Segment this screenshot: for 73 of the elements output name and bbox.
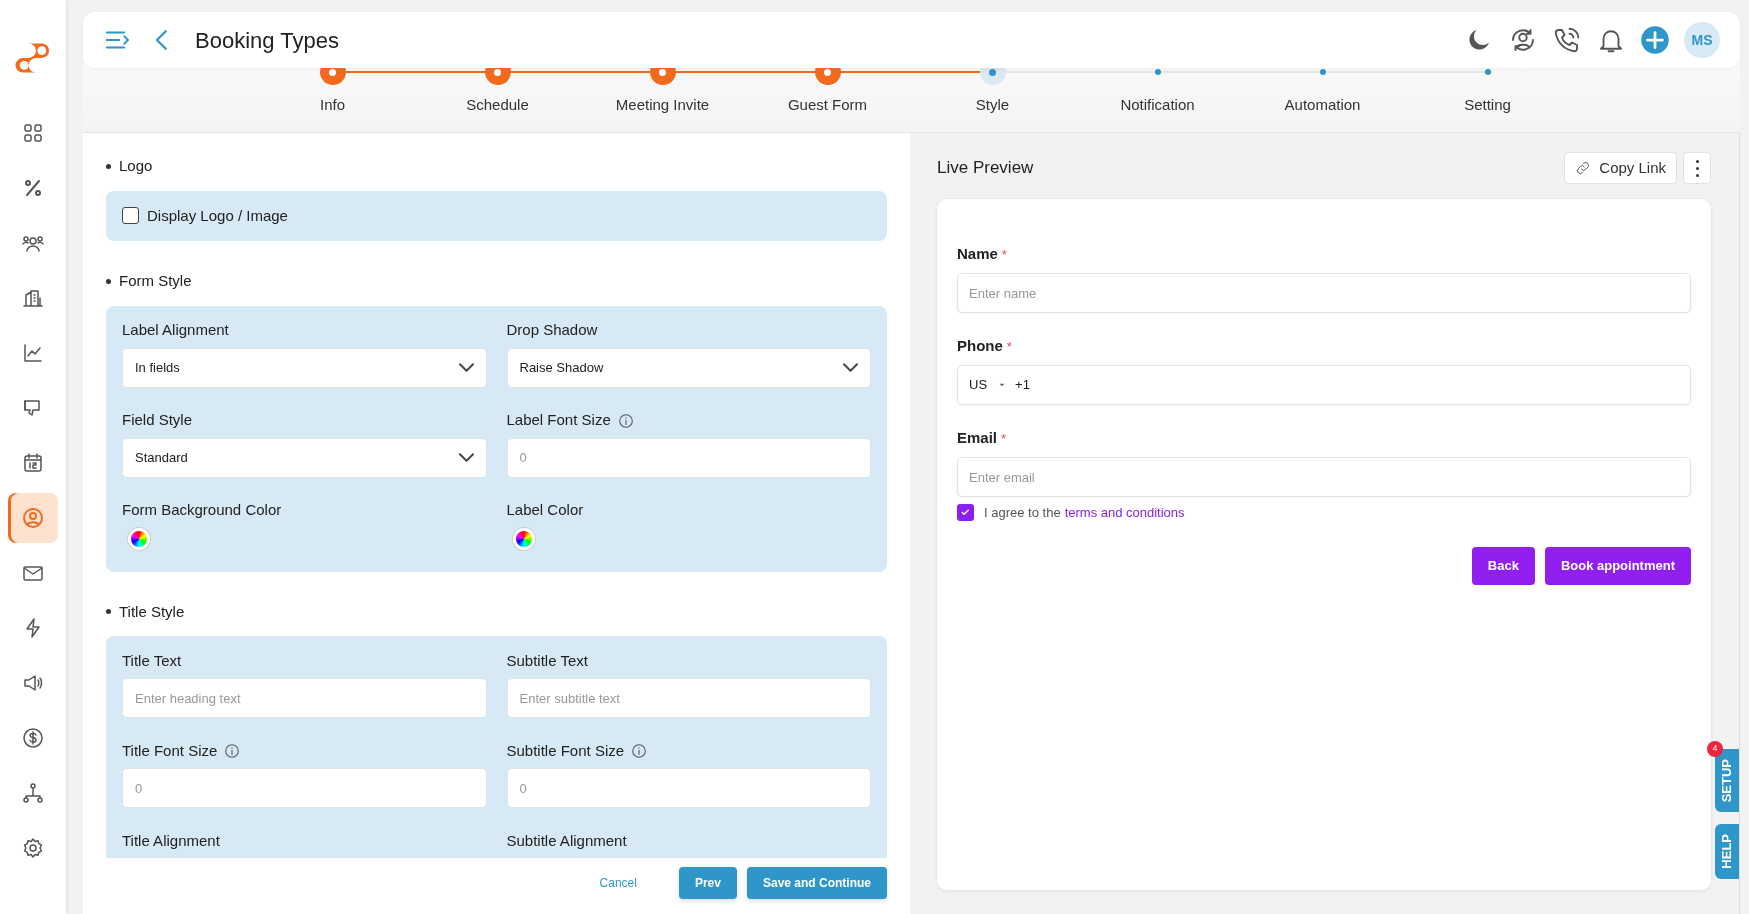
field-label: Label Font Size — [506, 410, 611, 431]
dollar-icon — [21, 726, 45, 750]
select-field[interactable]: In fields — [122, 347, 487, 388]
input-field[interactable]: 0 — [506, 437, 871, 478]
field-label: Subtitle Text — [506, 650, 588, 671]
kebab-icon — [1695, 159, 1699, 177]
hierarchy-icon — [21, 781, 45, 805]
select-field[interactable]: Raise Shadow — [506, 347, 871, 388]
field-label: Label Color — [506, 500, 584, 521]
required-mark: * — [1001, 247, 1007, 262]
agreement-text: I agree to the terms and conditions — [984, 504, 1185, 522]
field-label: Title Alignment — [122, 830, 220, 851]
checkbox[interactable] — [122, 207, 139, 225]
field-label: Title Font Size — [122, 740, 218, 761]
info-icon[interactable] — [618, 413, 633, 428]
terms-link[interactable]: terms and conditions — [1064, 505, 1185, 520]
input-field[interactable]: Enter email — [957, 457, 1691, 497]
section-title: Form Style — [119, 271, 192, 291]
input-field[interactable]: 0 — [506, 768, 871, 808]
user-circle-icon — [21, 506, 45, 530]
input-field[interactable]: Enter name — [957, 273, 1691, 313]
step-label[interactable]: Info — [320, 94, 345, 117]
info-icon[interactable] — [225, 744, 240, 758]
dial-code: +1 — [1015, 376, 1030, 395]
field-label: Subtitle Font Size — [506, 740, 625, 761]
checkbox[interactable] — [957, 504, 974, 522]
info-icon[interactable] — [632, 744, 647, 758]
input-field[interactable]: Enter subtitle text — [506, 678, 871, 718]
field-label: Title Text — [122, 650, 182, 671]
checkbox-label: Display Logo / Image — [147, 205, 288, 226]
link-icon — [1575, 160, 1592, 176]
form-button[interactable]: Back — [1471, 546, 1535, 585]
calendar-icon — [21, 451, 45, 475]
chevron-down-icon — [458, 453, 474, 462]
notification-badge: 4 — [1707, 741, 1723, 757]
color-picker[interactable] — [128, 527, 150, 550]
step-label[interactable]: Notification — [1120, 94, 1195, 117]
step-label[interactable]: Schedule — [466, 94, 529, 117]
field-label: Field Style — [122, 410, 193, 431]
field-label: Subtitle Alignment — [506, 830, 627, 851]
phone-icon[interactable] — [1552, 25, 1582, 55]
chevron-down-icon — [843, 363, 858, 372]
color-picker[interactable] — [512, 527, 535, 550]
input-field[interactable]: 0 — [122, 768, 487, 808]
country-code[interactable]: US — [969, 375, 988, 395]
required-mark: * — [1006, 339, 1012, 354]
phone-field[interactable]: US +1 — [957, 365, 1691, 405]
line-chart-icon — [21, 341, 45, 365]
copy-link-button[interactable]: Copy Link — [1564, 152, 1677, 184]
page-title: Booking Types — [195, 26, 339, 55]
input-field[interactable]: Enter heading text — [122, 678, 487, 718]
step-label[interactable]: Setting — [1464, 94, 1511, 117]
field-label: Form Background Color — [122, 500, 282, 521]
field-label: Email — [957, 429, 998, 446]
preview-title: Live Preview — [937, 157, 1035, 180]
field-label: Phone — [957, 337, 1003, 354]
section-title: Logo — [119, 156, 153, 176]
form-button[interactable]: Book appointment — [1544, 546, 1691, 585]
plus-icon[interactable] — [1640, 25, 1670, 55]
field-label: Name — [957, 245, 998, 262]
more-button[interactable] — [1683, 152, 1711, 184]
grid-icon — [21, 121, 45, 145]
chevron-down-icon — [458, 363, 474, 372]
settings-icon — [21, 836, 45, 860]
step-label[interactable]: Automation — [1284, 94, 1361, 117]
field-label: Drop Shadow — [506, 320, 598, 341]
step-label[interactable]: Style — [975, 94, 1010, 117]
step-label[interactable]: Meeting Invite — [615, 94, 710, 117]
required-mark: * — [1001, 431, 1007, 446]
select-field[interactable]: Standard — [122, 437, 487, 478]
step-label[interactable]: Guest Form — [787, 94, 868, 117]
section-title: Title Style — [119, 601, 185, 622]
field-label: Label Alignment — [122, 320, 229, 341]
